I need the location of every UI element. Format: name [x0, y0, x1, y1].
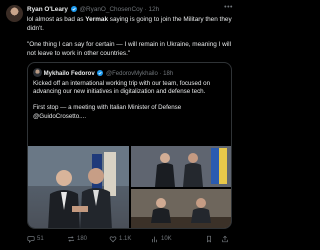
- quoted-avatar: [33, 68, 42, 77]
- tweet-paragraph-1: lol almost as bad as Yermak saying is go…: [27, 16, 233, 33]
- photo-handshake[interactable]: [28, 146, 129, 228]
- tweet-paragraph-2: "One thing I can say for certain — I wil…: [27, 41, 232, 57]
- share-icon: [222, 235, 228, 243]
- author-avatar[interactable]: [6, 5, 23, 22]
- like-count: 1.1K: [119, 236, 132, 242]
- like-button[interactable]: 1.1K: [109, 235, 131, 243]
- action-bar: 51 180 1.1K 10K: [27, 235, 233, 245]
- verified-icon: [97, 70, 104, 76]
- more-icon[interactable]: •••: [224, 4, 233, 11]
- like-icon: [109, 236, 117, 243]
- tweet[interactable]: Ryan O'Leary @RyanO_ChosenCoy · 12h ••• …: [0, 0, 241, 250]
- separator-dot: ·: [144, 6, 147, 13]
- quoted-time: 18h: [163, 71, 174, 77]
- photo-meeting-table[interactable]: [131, 189, 231, 228]
- quoted-author-handle: @FedorovMykhailo: [106, 71, 158, 77]
- quoted-header: Mykhailo Fedorov @FedorovMykhailo · 18h: [33, 68, 173, 77]
- quoted-paragraph-1: Kicked off an international working trip…: [33, 80, 211, 96]
- reply-icon: [27, 236, 35, 243]
- quoted-paragraph-2: First stop — a meeting with Italian Mini…: [33, 104, 182, 120]
- author-handle[interactable]: @RyanO_ChosenCoy: [80, 6, 143, 13]
- photo-meeting-standing[interactable]: [131, 146, 231, 187]
- tweet-header: Ryan O'Leary @RyanO_ChosenCoy · 12h: [27, 6, 159, 13]
- verified-icon: [70, 6, 77, 12]
- tweet-text: lol almost as bad as Yermak saying is go…: [27, 16, 233, 66]
- quoted-text: Kicked off an international working trip…: [33, 80, 228, 129]
- photo-handshake-illustration: [28, 146, 129, 228]
- repost-count: 180: [77, 236, 88, 242]
- share-button[interactable]: [221, 235, 229, 243]
- reply-button[interactable]: 51: [27, 235, 44, 243]
- repost-icon: [68, 236, 74, 242]
- repost-button[interactable]: 180: [67, 235, 87, 243]
- views-icon: [152, 236, 157, 243]
- author-name[interactable]: Ryan O'Leary: [27, 6, 68, 13]
- quoted-tweet[interactable]: Mykhailo Fedorov @FedorovMykhailo · 18h …: [27, 62, 232, 229]
- tweet-text-bold: Yermak: [85, 16, 109, 23]
- views-count: 10K: [161, 236, 172, 242]
- photo-meeting-standing-illustration: [131, 146, 231, 187]
- views-button[interactable]: 10K: [151, 235, 172, 243]
- quoted-author-name: Mykhailo Fedorov: [43, 71, 95, 77]
- bookmark-button[interactable]: [205, 235, 213, 243]
- tweet-text-prefix: lol almost as bad as: [27, 16, 86, 23]
- bookmark-icon: [207, 235, 211, 243]
- post-time[interactable]: 12h: [149, 6, 160, 13]
- media-grid: [28, 146, 231, 228]
- photo-meeting-table-illustration: [131, 189, 231, 228]
- reply-count: 51: [37, 236, 44, 242]
- separator-dot: ·: [159, 71, 162, 77]
